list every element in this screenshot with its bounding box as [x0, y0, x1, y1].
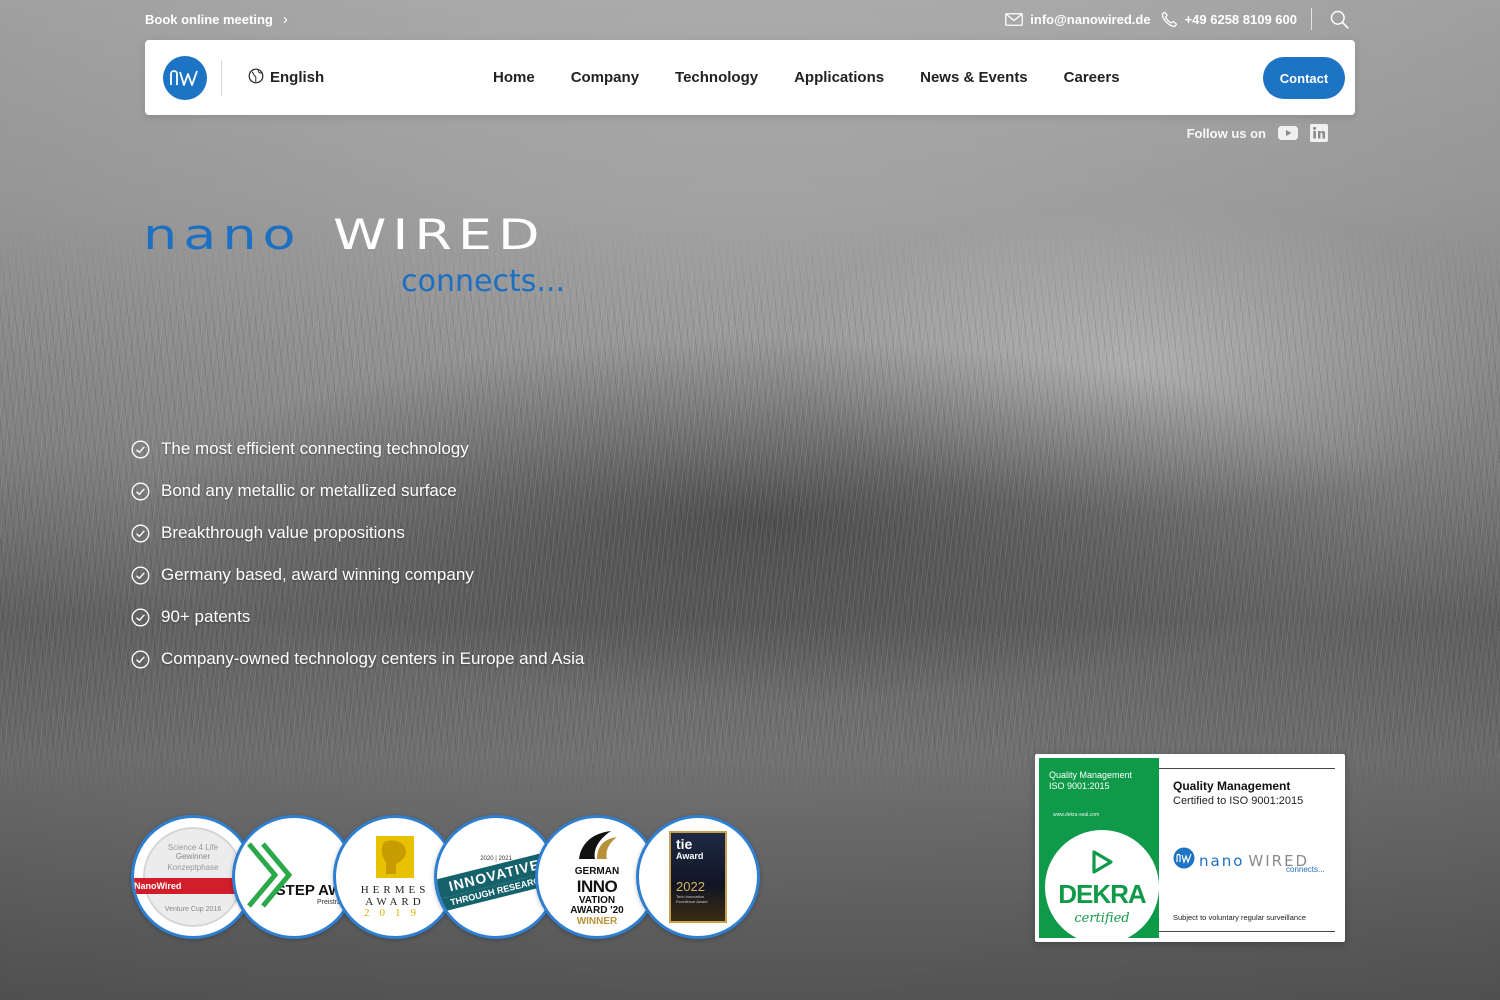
wordmark-tagline: connects...: [401, 264, 565, 299]
check-circle-icon: [130, 523, 150, 543]
wordmark-nano: nano: [143, 210, 302, 260]
check-circle-icon: [130, 481, 150, 501]
hermes-line1: HERMES: [360, 884, 430, 897]
tie-plate: tie Award 2022 Tech Innovation Excellenc…: [669, 831, 727, 923]
dekra-qm-line2: ISO 9001:2015: [1049, 781, 1110, 792]
s4l-bottom: Venture Cup 2016: [164, 906, 222, 913]
dekra-green-panel: Quality Management ISO 9001:2015 www.dek…: [1039, 758, 1159, 938]
feature-item: 90+ patents: [130, 596, 584, 638]
main-navigation: English Home Company Technology Applicat…: [145, 40, 1355, 115]
check-circle-icon: [130, 649, 150, 669]
top-utility-bar: Book online meeting › info@nanowired.de …: [145, 0, 1355, 38]
hermes-text: HERMES AWARD 2019: [361, 834, 430, 919]
award-badges: Science 4 Life Gewinner Konzeptphase Nan…: [131, 815, 760, 939]
menu-item-news-events[interactable]: News & Events: [902, 69, 1046, 86]
dekra-word: DEKRA: [1058, 878, 1146, 909]
nanowired-logo[interactable]: [163, 55, 207, 100]
check-circle-icon: [130, 607, 150, 627]
gi-l5: WINNER: [576, 915, 618, 927]
topbar-divider: [1311, 8, 1312, 30]
s4l-top: Science 4 Life: [167, 843, 219, 852]
phone-link[interactable]: +49 6258 8109 600: [1161, 11, 1297, 28]
youtube-icon[interactable]: [1278, 126, 1298, 140]
contact-info: info@nanowired.de +49 6258 8109 600: [995, 8, 1355, 30]
dekra-right-title: Quality Management: [1173, 779, 1291, 793]
email-text: info@nanowired.de: [1030, 11, 1151, 27]
email-link[interactable]: info@nanowired.de: [1005, 11, 1151, 27]
feature-text: Company-owned technology centers in Euro…: [161, 649, 585, 668]
dekra-logo-connects: connects...: [1286, 865, 1325, 874]
gi-text: GERMAN INNO VATION AWARD '20 WINNER: [570, 827, 624, 928]
phone-icon: [1161, 11, 1178, 28]
primary-menu: Home Company Technology Applications New…: [475, 69, 1138, 86]
tie-l2: Award: [676, 851, 704, 861]
feature-text: Bond any metallic or metallized surface: [161, 481, 457, 500]
s4l-ring: Science 4 Life Gewinner Konzeptphase Nan…: [134, 827, 252, 927]
award-tie[interactable]: tie Award 2022 Tech Innovation Excellenc…: [636, 815, 760, 939]
dekra-right-sub: Certified to ISO 9001:2015: [1173, 795, 1304, 807]
feature-text: The most efficient connecting technology: [161, 439, 469, 458]
hero-wordmark: nano WIRED connects...: [143, 214, 573, 304]
tie-small: Tech Innovation Excellence Award: [676, 894, 708, 904]
feature-list: The most efficient connecting technology…: [130, 428, 584, 680]
feature-text: Germany based, award winning company: [161, 565, 474, 584]
language-selector[interactable]: English: [248, 68, 324, 88]
check-circle-icon: [130, 439, 150, 459]
menu-item-company[interactable]: Company: [553, 69, 657, 86]
feature-text: Breakthrough value propositions: [161, 523, 405, 542]
book-online-meeting-label: Book online meeting: [145, 11, 273, 27]
wordmark-wired: WIRED: [333, 210, 546, 260]
feature-item: Company-owned technology centers in Euro…: [130, 638, 584, 680]
feature-item: Breakthrough value propositions: [130, 512, 584, 554]
dekra-certified: certified: [1074, 910, 1130, 926]
hermes-head-icon: [376, 836, 414, 879]
feature-item: The most efficient connecting technology: [130, 428, 584, 470]
nanowired-small-logo-icon: [1173, 847, 1195, 874]
dekra-certification-seal[interactable]: Quality Management ISO 9001:2015 www.dek…: [1035, 754, 1345, 942]
dekra-logo-nano: nano: [1199, 851, 1245, 870]
mail-icon: [1005, 12, 1024, 26]
tie-l1: tie: [676, 836, 693, 852]
dekra-url: www.dekra-seal.com: [1053, 812, 1100, 818]
tie-year: 2022: [676, 879, 705, 894]
menu-item-technology[interactable]: Technology: [657, 69, 776, 86]
feature-item: Germany based, award winning company: [130, 554, 584, 596]
linkedin-icon[interactable]: [1310, 124, 1328, 142]
menu-item-careers[interactable]: Careers: [1046, 69, 1138, 86]
follow-us-label: Follow us on: [1186, 125, 1266, 141]
book-online-meeting-link[interactable]: Book online meeting ›: [145, 11, 288, 28]
dekra-qm-line1: Quality Management: [1049, 770, 1133, 780]
phone-text: +49 6258 8109 600: [1184, 11, 1297, 27]
feature-item: Bond any metallic or metallized surface: [130, 470, 584, 512]
dekra-qm: Quality Management ISO 9001:2015: [1049, 770, 1132, 793]
search-icon[interactable]: [1330, 10, 1349, 29]
gi-l2: INNO: [576, 876, 618, 896]
gi-emblem-icon: [578, 830, 617, 859]
step-chevron-icon: [247, 842, 293, 908]
dekra-details: Quality Management Certified to ISO 9001…: [1159, 768, 1335, 932]
contact-button[interactable]: Contact: [1263, 57, 1345, 99]
menu-item-home[interactable]: Home: [475, 69, 553, 86]
feature-text: 90+ patents: [161, 607, 251, 626]
globe-icon: [248, 68, 264, 88]
nav-divider: [221, 59, 222, 96]
menu-item-applications[interactable]: Applications: [776, 69, 902, 86]
language-label: English: [270, 69, 325, 86]
dekra-triangle-icon: [1092, 849, 1113, 874]
dekra-circle: DEKRA certified: [1041, 826, 1159, 938]
s4l-line1: Gewinner: [175, 852, 211, 861]
s4l-line2: Konzeptphase: [167, 863, 219, 872]
check-circle-icon: [130, 565, 150, 585]
hermes-year: 2019: [364, 907, 426, 920]
dekra-surveillance: Subject to voluntary regular surveillanc…: [1173, 913, 1306, 922]
follow-us: Follow us on: [1187, 124, 1328, 142]
chevron-right-icon: ›: [282, 10, 288, 28]
